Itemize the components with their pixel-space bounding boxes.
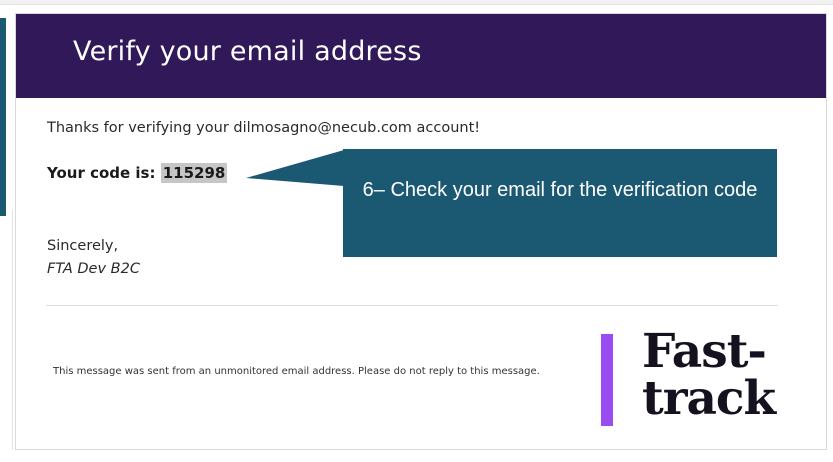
logo-line-2: track — [642, 371, 776, 426]
email-header: Verify your email address — [16, 14, 826, 98]
fast-track-logo: Fast- track — [601, 328, 801, 428]
footer-note: This message was sent from an unmonitore… — [53, 366, 540, 377]
signature-text: FTA Dev B2C — [47, 261, 140, 277]
logo-wordmark: Fast- track — [642, 324, 776, 426]
email-header-title: Verify your email address — [73, 36, 422, 67]
footer-divider — [46, 305, 778, 306]
verification-code-line: Your code is: 115298 — [47, 163, 228, 183]
logo-accent-bar — [601, 334, 613, 426]
instruction-callout: 6– Check your email for the verification… — [343, 149, 777, 257]
screenshot-stage: Verify your email address Thanks for ver… — [0, 0, 833, 462]
code-label: Your code is: — [47, 164, 156, 182]
thanks-message: Thanks for verifying your dilmosagno@nec… — [47, 120, 481, 136]
left-border-line — [12, 210, 13, 450]
closing-text: Sincerely, — [47, 238, 119, 254]
callout-pointer-arrow — [246, 150, 344, 186]
logo-line-1: Fast- — [642, 324, 767, 379]
callout-text: 6– Check your email for the verification… — [362, 179, 758, 201]
top-strip — [0, 0, 833, 5]
verification-code[interactable]: 115298 — [160, 163, 228, 183]
left-accent-bar — [0, 18, 6, 216]
